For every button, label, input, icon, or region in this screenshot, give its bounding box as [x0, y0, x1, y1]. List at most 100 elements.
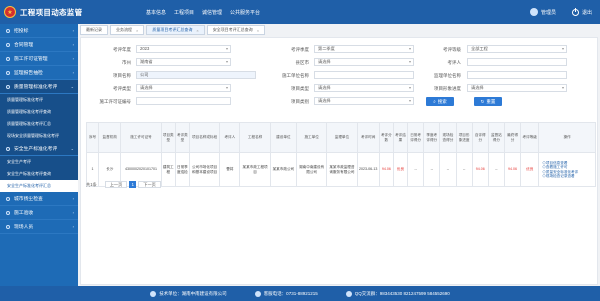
chevron-right-icon: › [72, 42, 74, 47]
tab-latest[interactable]: 最新记录 [80, 25, 108, 35]
builder-label: 施工单位名称 [282, 73, 309, 78]
logout-button[interactable]: 退出 [571, 7, 592, 16]
sidebar-item-acceptance[interactable]: 施工验收 › [0, 206, 78, 220]
sidebar-item-permit[interactable]: 施工许可证管理 › [0, 52, 78, 66]
progress-select[interactable]: 请选择 [467, 84, 567, 92]
nav-projects[interactable]: 工程项目 [174, 9, 194, 16]
sidebar-sub-safety-eval[interactable]: 安全生产考评 [0, 156, 78, 168]
col-header: 现场检查得分 [439, 122, 457, 153]
op-label: 质量安全标准化考评 [545, 169, 579, 174]
city-select[interactable]: 湖南省 [136, 58, 231, 66]
sidebar-item-safety[interactable]: 安全生产标准化考评 ⌄ [0, 142, 78, 156]
reset-button-label: 重置 [486, 98, 496, 104]
sidebar-sub-quality-eval[interactable]: 质量管理标准化考评 [0, 94, 78, 106]
sidebar-sub-quality-summary[interactable]: 质量管理标准化考评汇总 [0, 118, 78, 130]
page-number-button[interactable]: 1 [129, 181, 137, 188]
nav-credit[interactable]: 诚信管理 [202, 9, 222, 16]
phone-icon [254, 290, 261, 297]
logout-label: 退出 [581, 9, 592, 16]
next-page-button[interactable]: 下一页 [138, 181, 161, 188]
search-icon: ⌕ [433, 99, 436, 104]
col-header: 季度考评得分 [423, 122, 441, 153]
chevron-down-icon: ⌄ [70, 84, 74, 89]
sidebar-item-personnel[interactable]: 现场人员 › [0, 220, 78, 234]
builder-input[interactable] [314, 71, 414, 79]
close-icon[interactable]: × [136, 28, 138, 33]
reset-button[interactable]: ↻ 重置 [474, 97, 502, 106]
sidebar-item-label: 城市扬尘检查 [14, 197, 43, 202]
sidebar-item-label: 现场人员 [14, 225, 34, 230]
tab-label: 质量项目考评汇总查询 [152, 27, 193, 32]
results-table: 序号 监督机构 施工许可证号 项目类型 考评类型 项目名称或标段 考评人 工程名… [85, 122, 596, 187]
search-button[interactable]: ⌕ 搜索 [426, 97, 454, 106]
quarter-label: 考评季度 [291, 47, 309, 52]
year-select[interactable]: 2023 [136, 45, 231, 53]
col-header: 考评分数 [378, 122, 394, 153]
sidebar-item-label: 招投标 [14, 29, 29, 34]
sidebar-item-dust[interactable]: 城市扬尘检查 › [0, 192, 78, 206]
supervisor-input[interactable] [467, 71, 567, 79]
circle-icon [6, 146, 10, 151]
sidebar-item-quality[interactable]: 质量管理标准化考评 ⌄ [0, 80, 78, 94]
sidebar-item-label: 合同管理 [14, 43, 34, 48]
sidebar-sub-safety-query[interactable]: 安全生产标准化考评查询 [0, 168, 78, 180]
search-button-label: 搜索 [437, 98, 447, 104]
filter-row-4: 考评类型 请选择 项目类型 请选择 项目形象进度 请选择 [81, 84, 599, 93]
tab-workflow[interactable]: 业务流程 × [110, 25, 145, 35]
cell-ptype: 建筑工程 [160, 152, 176, 187]
sidebar-sub-quality-query[interactable]: 质量管理标准化考评查询 [0, 106, 78, 118]
cell-supervisor: 某某市政监理咨询服务有限公司 [326, 152, 358, 187]
sidebar-sub-site-quality[interactable]: 现场安全质量管理标准化考评 [0, 130, 78, 142]
footer: 技术单位：湖南中南建设有限公司 客服电话：0731-88921215 QQ交流群… [0, 286, 600, 301]
site-record-link[interactable]: ⊙现场检查记录查看 [542, 174, 594, 179]
chevron-right-icon: › [72, 28, 74, 33]
cell-operations: ⊙项目信息查看 ⊙查看施工许可 ⊙质量安全标准化考评 ⊙现场检查记录查看 [538, 152, 596, 187]
close-icon[interactable]: × [257, 28, 259, 33]
tab-safety-summary[interactable]: 安全项目考评汇总查询 × [206, 25, 266, 35]
kind-select[interactable]: 请选择 [136, 84, 231, 92]
permit-input[interactable] [136, 97, 231, 105]
user-name: 管理员 [540, 9, 556, 16]
user-menu[interactable]: 管理员 [529, 8, 556, 16]
total-count: 共1条 [86, 181, 97, 187]
prev-page-button[interactable]: 上一页 [104, 181, 128, 188]
tab-quality-summary[interactable]: 质量项目考评汇总查询 × [146, 25, 205, 35]
project-name-input[interactable]: 公司 [136, 71, 256, 79]
district-select[interactable]: 请选择 [314, 58, 414, 66]
tab-label: 最新记录 [86, 27, 102, 32]
grade-select[interactable]: 全部工程 [467, 45, 567, 53]
city-label: 市州 [122, 60, 131, 65]
user-icon [529, 8, 538, 16]
cell-site-score: -- [439, 152, 457, 187]
cell-builder: 某某市政公司 [269, 152, 297, 187]
close-icon[interactable]: × [196, 28, 198, 33]
chevron-right-icon: › [72, 70, 74, 75]
col-header: 考评结果 [392, 122, 409, 153]
col-header: 项目形象进度 [455, 122, 473, 153]
cell-name: 某某市政工程项目 [239, 152, 271, 187]
circle-icon [6, 224, 10, 229]
category-select[interactable]: 请选择 [314, 97, 414, 105]
refresh-icon: ↻ [480, 98, 485, 104]
nav-basic-info[interactable]: 基本信息 [146, 9, 166, 16]
evaluator-input[interactable] [467, 58, 567, 66]
cell-constructor: 湖南中南建设有限公司 [295, 152, 328, 187]
table-header-row: 序号 监督机构 施工许可证号 项目类型 考评类型 项目名称或标段 考评人 工程名… [85, 122, 596, 153]
circle-icon [6, 42, 10, 47]
col-header: 考评时间 [356, 122, 380, 153]
project-type-select[interactable]: 请选择 [314, 84, 414, 92]
sidebar-sub-safety-summary[interactable]: 安全生产标准化考评汇总 [0, 180, 78, 192]
sidebar-item-contract[interactable]: 合同管理 › [0, 38, 78, 52]
category-label: 项目类别 [291, 99, 309, 104]
cell-quarter-score: -- [423, 152, 441, 187]
col-header: 建设单位 [269, 122, 297, 153]
sidebar-item-supervision-report[interactable]: 监理报告抽检 › [0, 66, 78, 80]
district-label: 县区市 [295, 60, 310, 65]
cell-station-score: -- [487, 152, 505, 187]
sidebar-item-bidding[interactable]: 招投标 › [0, 24, 78, 38]
cell-grade: 优良 [520, 152, 540, 187]
footer-phone-text: 客服电话：0731-88921215 [263, 290, 318, 296]
sidebar-item-label: 施工许可证管理 [14, 57, 48, 62]
nav-public-service[interactable]: 公共服务平台 [230, 9, 260, 16]
quarter-select[interactable]: 第二季度 [314, 45, 414, 53]
